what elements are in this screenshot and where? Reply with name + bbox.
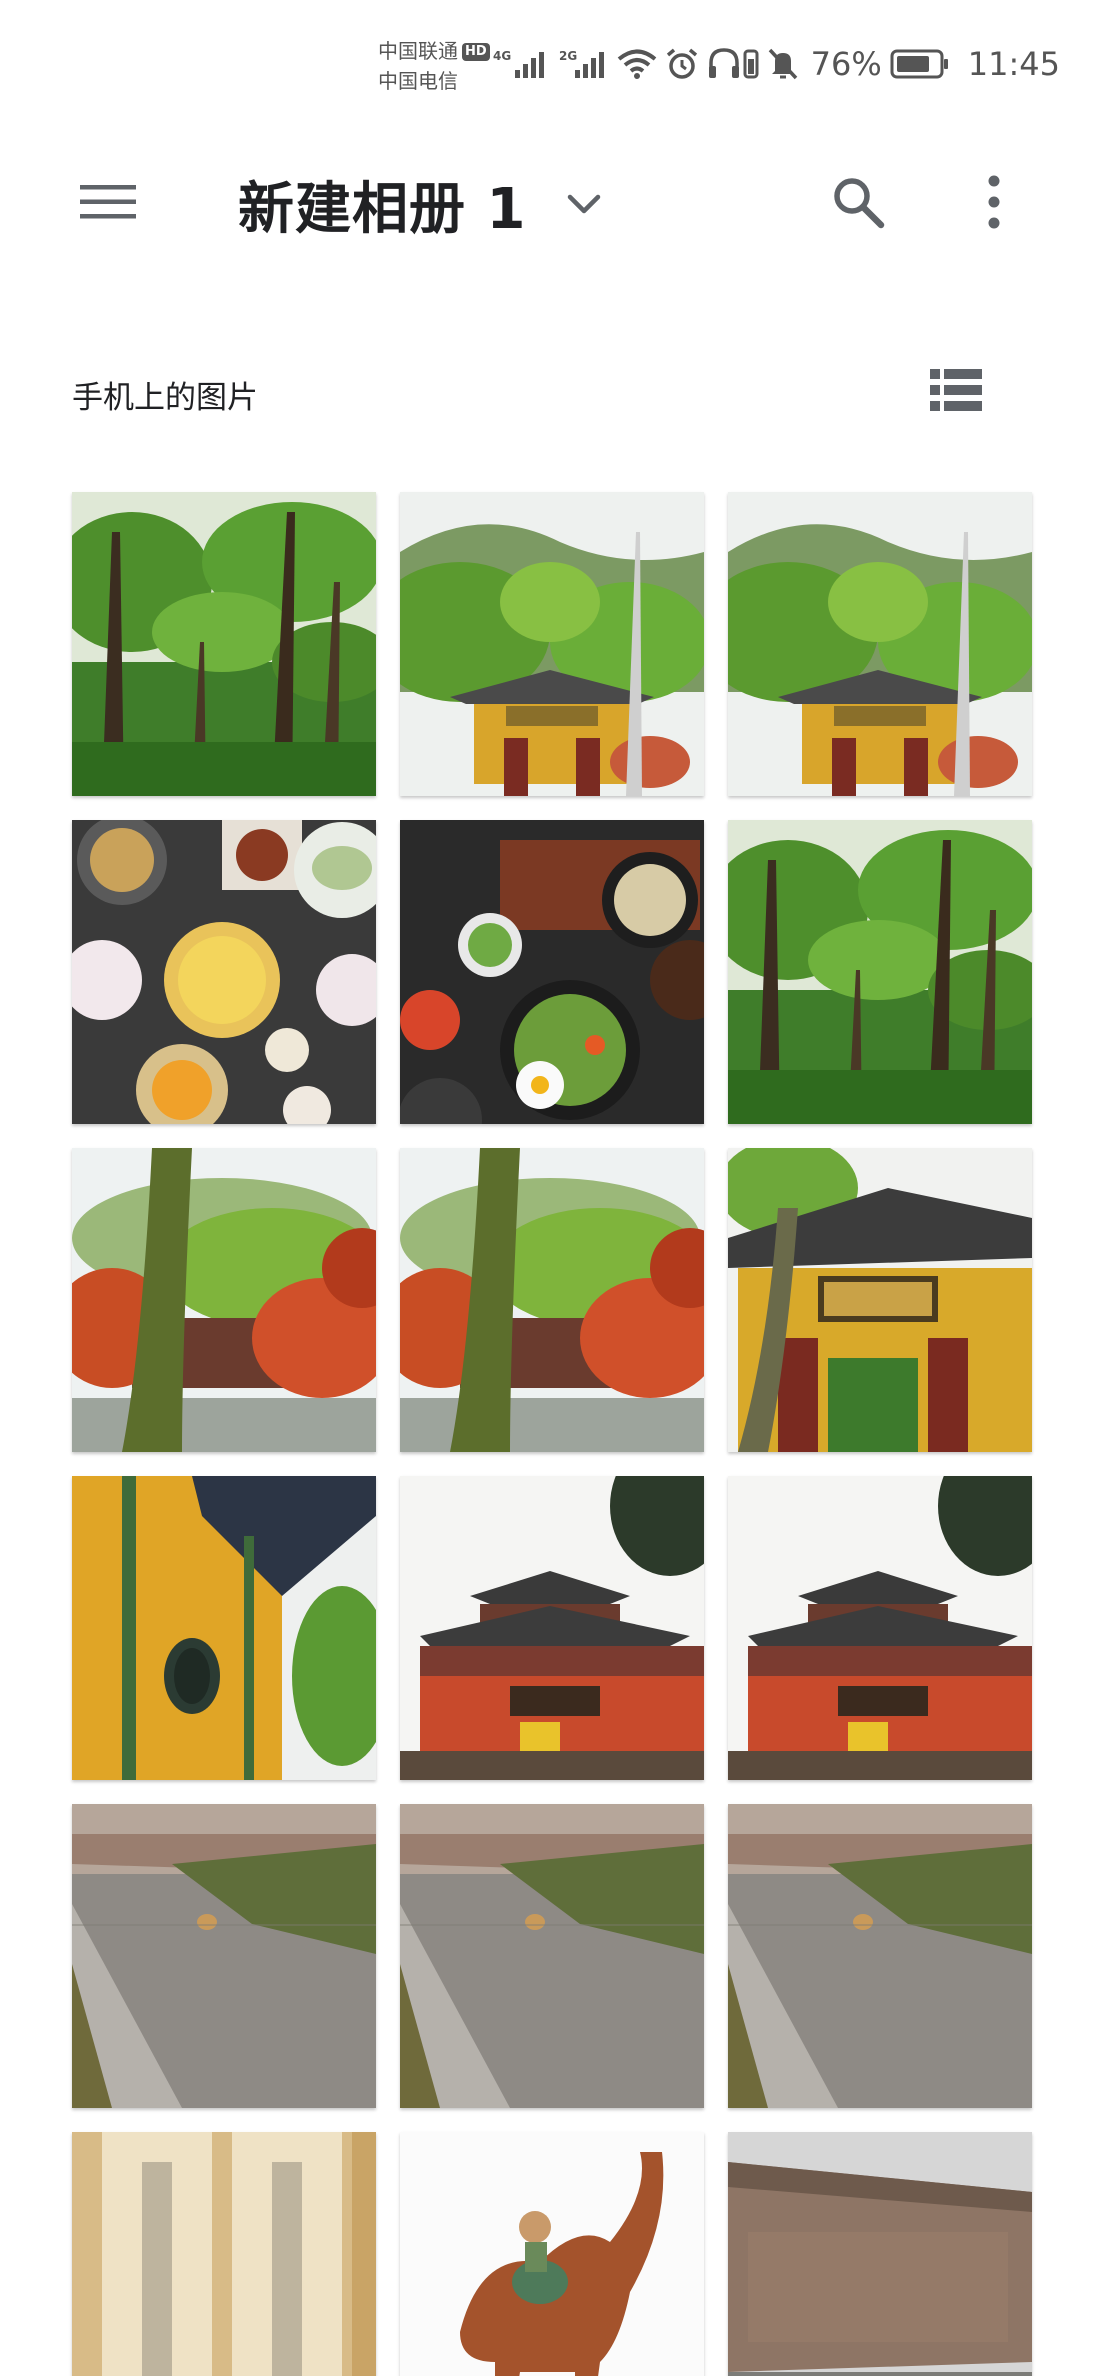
signal-4g-icon: 4G <box>493 46 551 82</box>
carrier-1-label: 中国联通 <box>378 39 458 63</box>
photo-thumbnail[interactable] <box>72 1476 376 1780</box>
list-view-icon <box>930 368 982 416</box>
view-toggle-button[interactable] <box>920 362 992 422</box>
photo-thumbnail[interactable] <box>728 1804 1032 2108</box>
status-bar: 中国联通 HD 中国电信 4G 2G 76% 11:45 <box>0 0 1104 120</box>
album-title: 新建相册 1 <box>238 176 527 242</box>
photo-image <box>400 1476 704 1780</box>
mute-icon <box>767 47 799 81</box>
app-bar: 新建相册 1 <box>0 150 1104 260</box>
search-button[interactable] <box>826 172 890 236</box>
photo-thumbnail[interactable] <box>728 492 1032 796</box>
carrier-2-label: 中国电信 <box>378 69 458 93</box>
photo-image <box>728 1148 1032 1452</box>
album-title-dropdown[interactable]: 新建相册 1 <box>238 168 602 242</box>
photo-thumbnail[interactable] <box>728 820 1032 1124</box>
more-vert-icon <box>986 175 1002 233</box>
photo-thumbnail[interactable] <box>728 1148 1032 1452</box>
hamburger-menu-icon <box>80 182 136 226</box>
photo-thumbnail[interactable] <box>72 492 376 796</box>
menu-button[interactable] <box>68 174 148 234</box>
section-title: 手机上的图片 <box>72 380 258 416</box>
photo-thumbnail[interactable] <box>400 1476 704 1780</box>
status-icons: 4G 2G 76% 11:45 <box>493 44 1060 84</box>
photo-image <box>728 1804 1032 2108</box>
photo-image <box>400 2132 704 2376</box>
photo-thumbnail[interactable] <box>728 2132 1032 2376</box>
photo-image <box>400 820 704 1124</box>
section-header: 手机上的图片 <box>0 352 1104 432</box>
photo-thumbnail[interactable] <box>72 1148 376 1452</box>
photo-thumbnail[interactable] <box>72 2132 376 2376</box>
photo-image <box>72 2132 376 2376</box>
photo-image <box>400 1148 704 1452</box>
photo-image <box>400 1804 704 2108</box>
photo-thumbnail[interactable] <box>400 492 704 796</box>
wifi-icon <box>617 48 657 80</box>
photo-image <box>728 820 1032 1124</box>
chevron-down-icon <box>566 192 602 216</box>
photo-thumbnail[interactable] <box>400 1148 704 1452</box>
photo-thumbnail[interactable] <box>72 1804 376 2108</box>
photo-image <box>728 1476 1032 1780</box>
hd-badge: HD <box>462 43 490 61</box>
photo-image <box>728 2132 1032 2376</box>
photo-thumbnail[interactable] <box>400 820 704 1124</box>
carrier-info: 中国联通 HD 中国电信 <box>378 36 490 96</box>
photo-thumbnail[interactable] <box>72 820 376 1124</box>
alarm-icon <box>665 47 699 81</box>
photo-image <box>728 492 1032 796</box>
battery-percent: 76% <box>810 45 882 83</box>
clock-time: 11:45 <box>967 45 1060 83</box>
more-options-button[interactable] <box>962 172 1026 236</box>
photo-image <box>400 492 704 796</box>
photo-image <box>72 1804 376 2108</box>
signal-2g-icon: 2G <box>559 46 609 82</box>
network-1-label: 4G <box>493 49 511 63</box>
photo-image <box>72 1476 376 1780</box>
battery-icon <box>890 48 950 80</box>
photo-grid <box>72 492 1032 2376</box>
photo-image <box>72 1148 376 1452</box>
photo-thumbnail[interactable] <box>400 1804 704 2108</box>
headphones-icon <box>707 47 759 81</box>
network-2-label: 2G <box>559 49 577 63</box>
photo-thumbnail[interactable] <box>728 1476 1032 1780</box>
photo-image <box>72 820 376 1124</box>
photo-thumbnail[interactable] <box>400 2132 704 2376</box>
photo-image <box>72 492 376 796</box>
search-icon <box>831 175 885 233</box>
